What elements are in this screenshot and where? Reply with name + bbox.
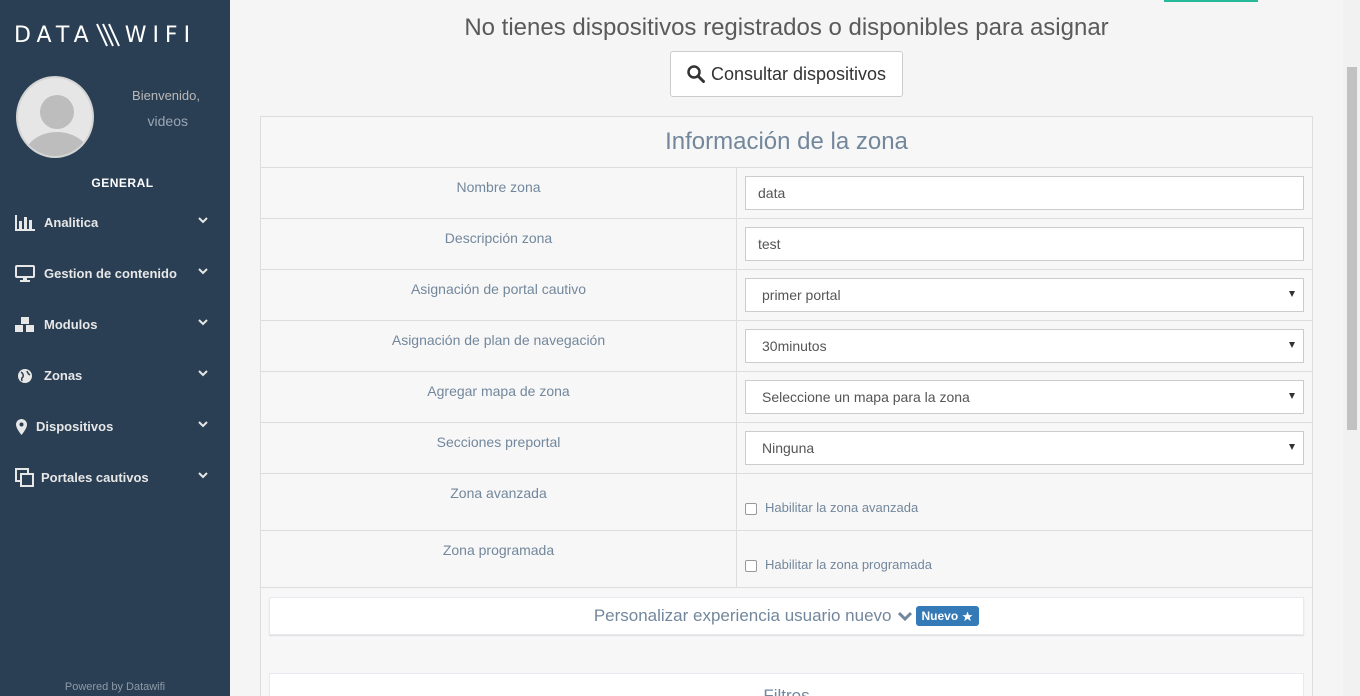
form-row-advanced-zone: Zona avanzada Habilitar la zona avanzada xyxy=(261,474,1312,531)
chevron-down-icon xyxy=(198,472,208,479)
welcome-text: Bienvenido, xyxy=(132,88,200,103)
form-row-zone-name: Nombre zona data xyxy=(261,168,1312,219)
sidebar-item-gestion-contenido[interactable]: Gestion de contenido xyxy=(0,248,230,299)
scheduled-zone-checkbox-label[interactable]: Habilitar la zona programada xyxy=(765,557,932,572)
form-row-scheduled-zone: Zona programada Habilitar la zona progra… xyxy=(261,531,1312,588)
filters-title: Filtros xyxy=(763,686,810,696)
powered-by: Powered by Datawifi xyxy=(64,681,166,693)
form-row-zone-description: Descripción zona test xyxy=(261,219,1312,270)
logo-slashes-icon xyxy=(95,23,120,47)
sidebar-item-label: Dispositivos xyxy=(36,419,114,434)
scheduled-zone-label: Zona programada xyxy=(261,531,737,587)
sidebar-item-portales-cautivos[interactable]: Portales cautivos xyxy=(0,452,230,503)
star-icon xyxy=(962,610,973,621)
form-row-preportal: Secciones preportal Ninguna xyxy=(261,423,1312,474)
customize-experience-toggle[interactable]: Personalizar experiencia usuario nuevo N… xyxy=(269,597,1304,635)
sidebar-item-analitica[interactable]: Analitica xyxy=(0,197,230,248)
nav-plan-label: Asignación de plan de navegación xyxy=(261,321,737,371)
preportal-value: Ninguna xyxy=(762,440,815,456)
chevron-down-icon xyxy=(198,217,208,224)
menu-section-title: GENERAL xyxy=(91,176,154,190)
new-badge-label: Nuevo xyxy=(921,609,959,623)
sidebar-item-label: Gestion de contenido xyxy=(44,266,177,281)
map-marker-icon xyxy=(14,417,28,437)
form-row-zone-map: Agregar mapa de zona Seleccione un mapa … xyxy=(261,372,1312,423)
advanced-zone-checkbox[interactable] xyxy=(745,502,757,515)
user-silhouette-icon xyxy=(25,95,89,156)
zone-description-input[interactable]: test xyxy=(745,227,1304,261)
brand-left: DATA xyxy=(14,22,95,48)
chevron-down-icon xyxy=(198,268,208,275)
form-row-captive-portal: Asignación de portal cautivo primer port… xyxy=(261,270,1312,321)
nav-plan-value: 30minutos xyxy=(762,338,827,354)
clone-icon xyxy=(14,468,34,488)
preportal-label: Secciones preportal xyxy=(261,423,737,473)
nav-plan-select[interactable]: 30minutos xyxy=(745,329,1304,363)
sidebar-item-dispositivos[interactable]: Dispositivos xyxy=(0,401,230,452)
captive-portal-value: primer portal xyxy=(762,287,841,303)
zone-map-label: Agregar mapa de zona xyxy=(261,372,737,422)
caret-down-icon xyxy=(1289,444,1295,450)
zone-map-select[interactable]: Seleccione un mapa para la zona xyxy=(745,380,1304,414)
filters-panel[interactable]: Filtros xyxy=(269,673,1304,696)
zone-name-label: Nombre zona xyxy=(261,168,737,218)
cubes-icon xyxy=(14,315,36,335)
main-content: No tienes dispositivos registrados o dis… xyxy=(230,0,1343,696)
datawifi-logo[interactable]: DATA WIFI xyxy=(14,20,196,50)
sidebar-item-zonas[interactable]: Zonas xyxy=(0,350,230,401)
sidebar-item-label: Portales cautivos xyxy=(41,470,149,485)
scheduled-zone-checkbox[interactable] xyxy=(745,559,757,572)
zone-info-panel: Información de la zona Nombre zona data … xyxy=(260,116,1313,696)
top-action-button-edge[interactable] xyxy=(1164,0,1258,2)
sidebar-item-label: Analitica xyxy=(44,215,99,230)
consult-devices-button[interactable]: Consultar dispositivos xyxy=(670,51,903,97)
advanced-zone-checkbox-label[interactable]: Habilitar la zona avanzada xyxy=(765,500,918,515)
brand-right: WIFI xyxy=(124,22,197,48)
panel-title: Información de la zona xyxy=(261,117,1312,168)
desktop-icon xyxy=(14,264,36,284)
bar-chart-icon xyxy=(14,213,36,233)
advanced-zone-label: Zona avanzada xyxy=(261,474,737,530)
sidebar: DATA WIFI Bienvenido, videos GENERAL Ana… xyxy=(0,0,230,696)
zone-map-value: Seleccione un mapa para la zona xyxy=(762,389,970,405)
sidebar-item-label: Zonas xyxy=(44,368,83,383)
caret-down-icon xyxy=(1289,393,1295,399)
chevron-down-icon xyxy=(897,611,912,621)
scrollbar-thumb[interactable] xyxy=(1347,67,1357,430)
new-badge: Nuevo xyxy=(915,606,980,626)
search-icon xyxy=(687,65,705,83)
sidebar-item-label: Modulos xyxy=(44,317,98,332)
consult-devices-label: Consultar dispositivos xyxy=(710,63,887,84)
caret-down-icon xyxy=(1289,291,1295,297)
sidebar-menu: Analitica Gestion de contenido Modulos Z… xyxy=(0,197,230,503)
page-title: No tienes dispositivos registrados o dis… xyxy=(464,14,1109,41)
caret-down-icon xyxy=(1289,342,1295,348)
preportal-select[interactable]: Ninguna xyxy=(745,431,1304,465)
captive-portal-label: Asignación de portal cautivo xyxy=(261,270,737,320)
form-row-nav-plan: Asignación de plan de navegación 30minut… xyxy=(261,321,1312,372)
chevron-down-icon xyxy=(198,370,208,377)
chevron-down-icon xyxy=(198,421,208,428)
chevron-down-icon xyxy=(198,319,208,326)
globe-icon xyxy=(14,366,36,386)
sidebar-item-modulos[interactable]: Modulos xyxy=(0,299,230,350)
zone-description-label: Descripción zona xyxy=(261,219,737,269)
zone-name-input[interactable]: data xyxy=(745,176,1304,210)
page-scrollbar[interactable] xyxy=(1343,0,1360,696)
username: videos xyxy=(147,113,188,129)
captive-portal-select[interactable]: primer portal xyxy=(745,278,1304,312)
customize-experience-label: Personalizar experiencia usuario nuevo xyxy=(593,606,892,625)
avatar xyxy=(16,76,94,158)
